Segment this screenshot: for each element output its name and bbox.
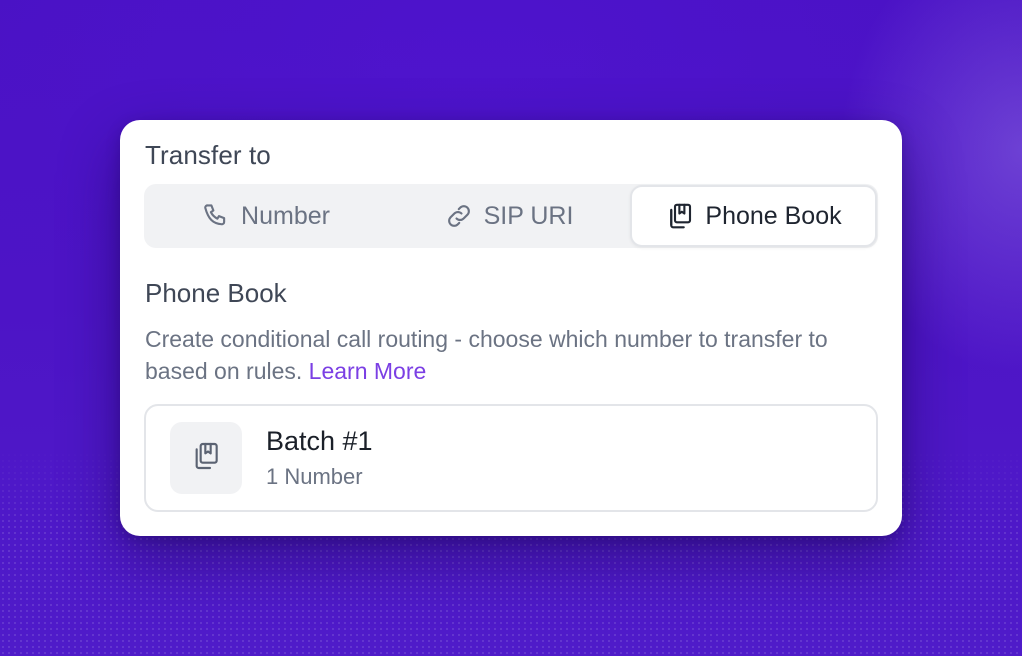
phone-icon (201, 201, 231, 231)
phone-book-entry[interactable]: Batch #1 1 Number (144, 404, 878, 512)
link-icon (444, 201, 474, 231)
tab-number[interactable]: Number (144, 184, 387, 248)
batch-icon-container (170, 422, 242, 494)
phone-book-description: Create conditional call routing - choose… (145, 323, 845, 387)
tab-phone-book-label: Phone Book (705, 201, 842, 230)
batch-name: Batch #1 (266, 426, 373, 456)
phone-book-heading: Phone Book (145, 278, 287, 308)
transfer-card: Transfer to Number SIP URI Phone Book Ph… (120, 120, 902, 536)
transfer-type-selector: Number SIP URI Phone Book (144, 184, 878, 248)
tab-sip-uri-label: SIP URI (483, 201, 574, 230)
tab-phone-book[interactable]: Phone Book (630, 185, 877, 247)
phone-book-icon (665, 201, 695, 231)
transfer-to-label: Transfer to (145, 140, 271, 170)
tab-number-label: Number (241, 201, 330, 230)
phone-book-icon (190, 440, 222, 477)
learn-more-link[interactable]: Learn More (309, 358, 427, 384)
description-text: Create conditional call routing - choose… (145, 326, 828, 384)
batch-number-count: 1 Number (266, 464, 363, 489)
tab-sip-uri[interactable]: SIP URI (387, 184, 630, 248)
